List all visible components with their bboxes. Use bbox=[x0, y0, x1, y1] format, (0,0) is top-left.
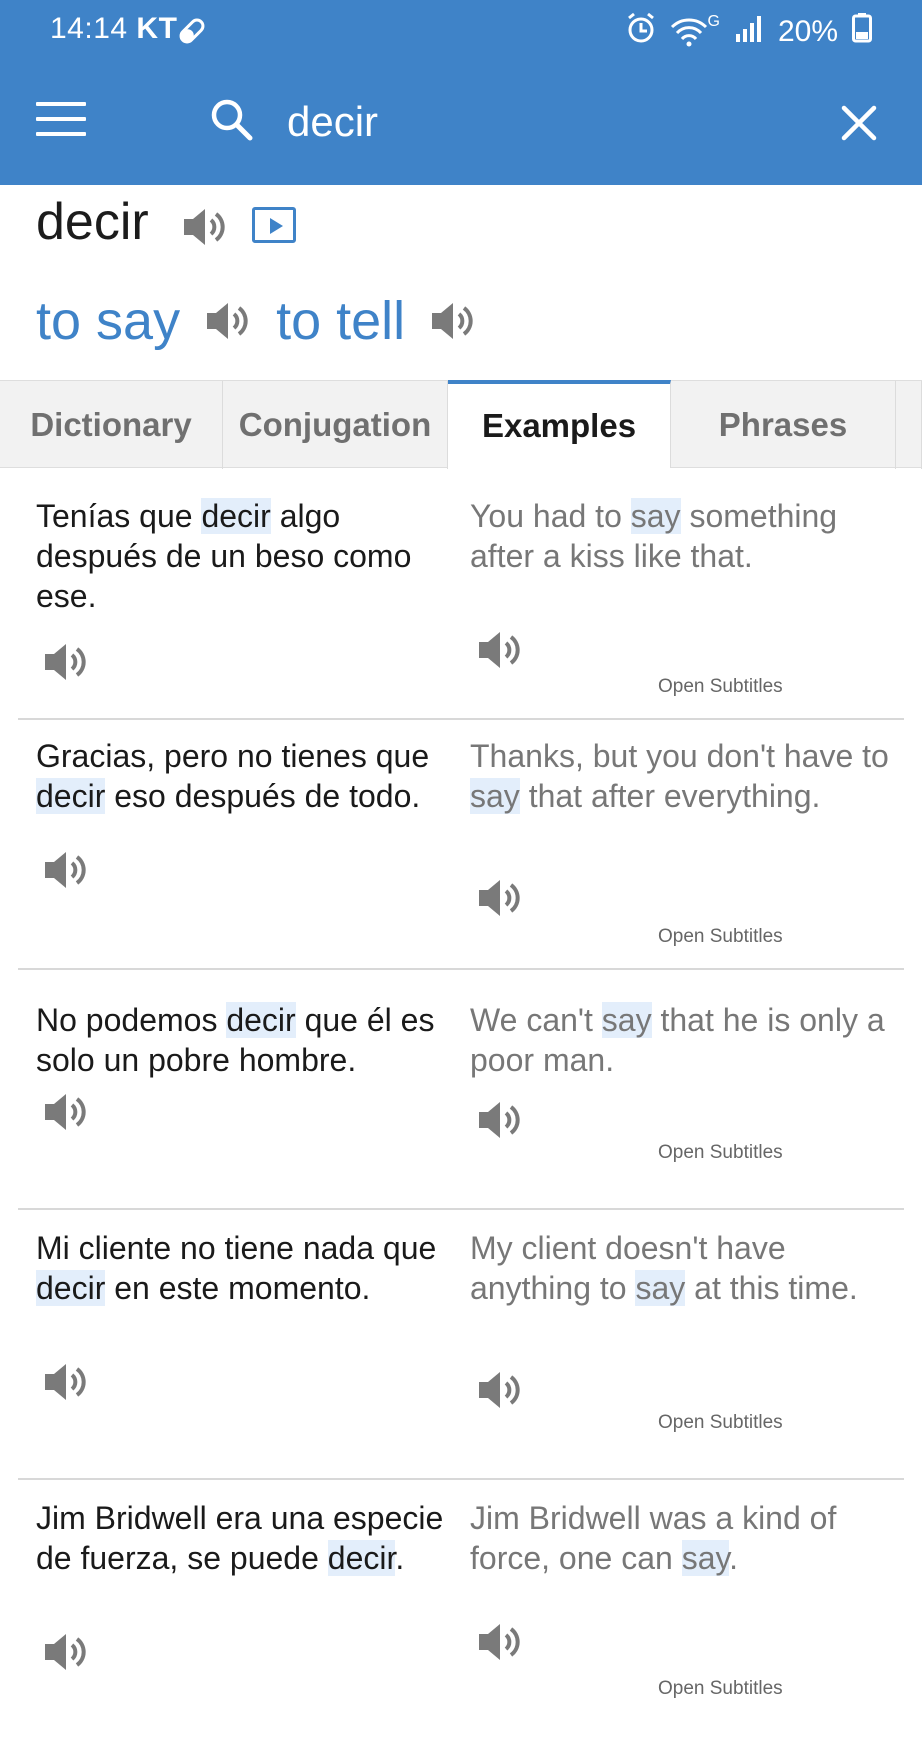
clear-search-button[interactable] bbox=[840, 104, 878, 147]
speaker-icon bbox=[479, 1372, 520, 1408]
source-label: Open Subtitles bbox=[658, 1142, 783, 1163]
alarm-icon bbox=[626, 12, 656, 52]
network-type-text: G bbox=[707, 13, 720, 30]
speaker-icon bbox=[479, 1624, 520, 1660]
highlight-term: say bbox=[635, 1270, 686, 1306]
list-item: Mi cliente no tiene nada que decir en es… bbox=[0, 1210, 922, 1480]
english-speaker-button[interactable] bbox=[476, 1098, 522, 1147]
menu-button[interactable] bbox=[36, 102, 86, 142]
video-play-icon[interactable] bbox=[252, 207, 296, 243]
battery-icon bbox=[852, 13, 872, 51]
examples-list: Tenías que decir algo después de un beso… bbox=[0, 468, 922, 1745]
translation-link[interactable]: to tell bbox=[276, 290, 405, 352]
highlight-term: decir bbox=[201, 498, 271, 534]
speaker-icon bbox=[45, 1094, 86, 1130]
spanish-speaker-button[interactable] bbox=[42, 1630, 88, 1679]
speaker-icon bbox=[479, 1102, 520, 1138]
clock-text: 14:14 bbox=[50, 12, 128, 45]
example-english: Thanks, but you don't have to say that a… bbox=[470, 738, 889, 814]
headword: decir bbox=[36, 193, 149, 251]
translation-speaker-button[interactable] bbox=[204, 299, 250, 343]
translations-row: to say to tell bbox=[36, 286, 501, 356]
source-label: Open Subtitles bbox=[658, 926, 783, 947]
english-speaker-button[interactable] bbox=[476, 1620, 522, 1669]
close-icon bbox=[841, 105, 877, 141]
list-item: Jim Bridwell era una especie de fuerza, … bbox=[0, 1480, 922, 1745]
status-time: 14:14 KT bbox=[50, 12, 177, 46]
highlight-term: say bbox=[630, 498, 681, 534]
speaker-icon bbox=[45, 852, 86, 888]
list-item: No podemos decir que él es solo un pobre… bbox=[0, 970, 922, 1210]
source-label: Open Subtitles bbox=[658, 1412, 783, 1433]
english-speaker-button[interactable] bbox=[476, 876, 522, 925]
speaker-icon bbox=[45, 644, 86, 680]
spanish-speaker-button[interactable] bbox=[42, 1090, 88, 1139]
search-icon bbox=[210, 98, 254, 147]
carrier-text: KT bbox=[136, 12, 178, 45]
example-spanish: Jim Bridwell era una especie de fuerza, … bbox=[36, 1500, 444, 1576]
tab-conjugation[interactable]: Conjugation bbox=[223, 381, 448, 469]
tab-examples[interactable]: Examples bbox=[448, 380, 671, 468]
example-spanish: No podemos decir que él es solo un pobre… bbox=[36, 1002, 435, 1078]
signal-icon bbox=[734, 14, 764, 50]
highlight-term: decir bbox=[36, 1270, 106, 1306]
source-label: Open Subtitles bbox=[658, 1678, 783, 1699]
speaker-icon bbox=[45, 1634, 86, 1670]
english-speaker-button[interactable] bbox=[476, 628, 522, 677]
translation-link[interactable]: to say bbox=[36, 290, 180, 352]
spanish-speaker-button[interactable] bbox=[42, 1360, 88, 1409]
highlight-term: say bbox=[470, 778, 520, 814]
translation-speaker-button[interactable] bbox=[429, 299, 475, 343]
wifi-icon: G bbox=[670, 13, 720, 47]
speaker-icon bbox=[479, 880, 520, 916]
speaker-icon bbox=[207, 303, 248, 339]
spanish-speaker-button[interactable] bbox=[42, 640, 88, 689]
example-spanish: Gracias, pero no tienes que decir eso de… bbox=[36, 738, 430, 814]
highlight-term: decir bbox=[327, 1540, 396, 1576]
tab-overflow[interactable] bbox=[896, 381, 922, 469]
tab-phrases[interactable]: Phrases bbox=[671, 381, 896, 469]
example-english: You had to say something after a kiss li… bbox=[470, 498, 838, 574]
example-spanish: Tenías que decir algo después de un beso… bbox=[36, 498, 412, 614]
english-speaker-button[interactable] bbox=[476, 1368, 522, 1417]
list-item: Tenías que decir algo después de un beso… bbox=[0, 468, 922, 720]
menu-icon bbox=[36, 102, 86, 136]
speaker-icon bbox=[45, 1364, 86, 1400]
example-spanish: Mi cliente no tiene nada que decir en es… bbox=[36, 1230, 437, 1306]
tab-bar: Dictionary Conjugation Examples Phrases bbox=[0, 380, 922, 469]
search-input[interactable] bbox=[287, 92, 807, 152]
source-label: Open Subtitles bbox=[658, 676, 783, 697]
highlight-term: say bbox=[601, 1002, 652, 1038]
speaker-icon bbox=[479, 632, 520, 668]
highlight-term: decir bbox=[226, 1002, 296, 1038]
app-header: 14:14 KT G 20% bbox=[0, 0, 922, 185]
headword-speaker-button[interactable] bbox=[181, 205, 227, 254]
search-bar bbox=[0, 62, 922, 185]
spanish-speaker-button[interactable] bbox=[42, 848, 88, 897]
status-icons: G 20% bbox=[626, 12, 872, 52]
highlight-term: say bbox=[681, 1540, 730, 1576]
speaker-icon bbox=[432, 303, 473, 339]
speaker-icon bbox=[184, 209, 225, 245]
tab-dictionary[interactable]: Dictionary bbox=[0, 381, 223, 469]
battery-percent: 20% bbox=[777, 15, 838, 48]
highlight-term: decir bbox=[36, 778, 106, 814]
pill-icon bbox=[175, 14, 209, 53]
list-item: Gracias, pero no tienes que decir eso de… bbox=[0, 718, 922, 970]
example-english: We can't say that he is only a poor man. bbox=[470, 1002, 885, 1078]
example-english: Jim Bridwell was a kind of force, one ca… bbox=[470, 1500, 837, 1576]
example-english: My client doesn't have anything to say a… bbox=[470, 1230, 858, 1306]
status-bar: 14:14 KT G 20% bbox=[0, 0, 922, 62]
